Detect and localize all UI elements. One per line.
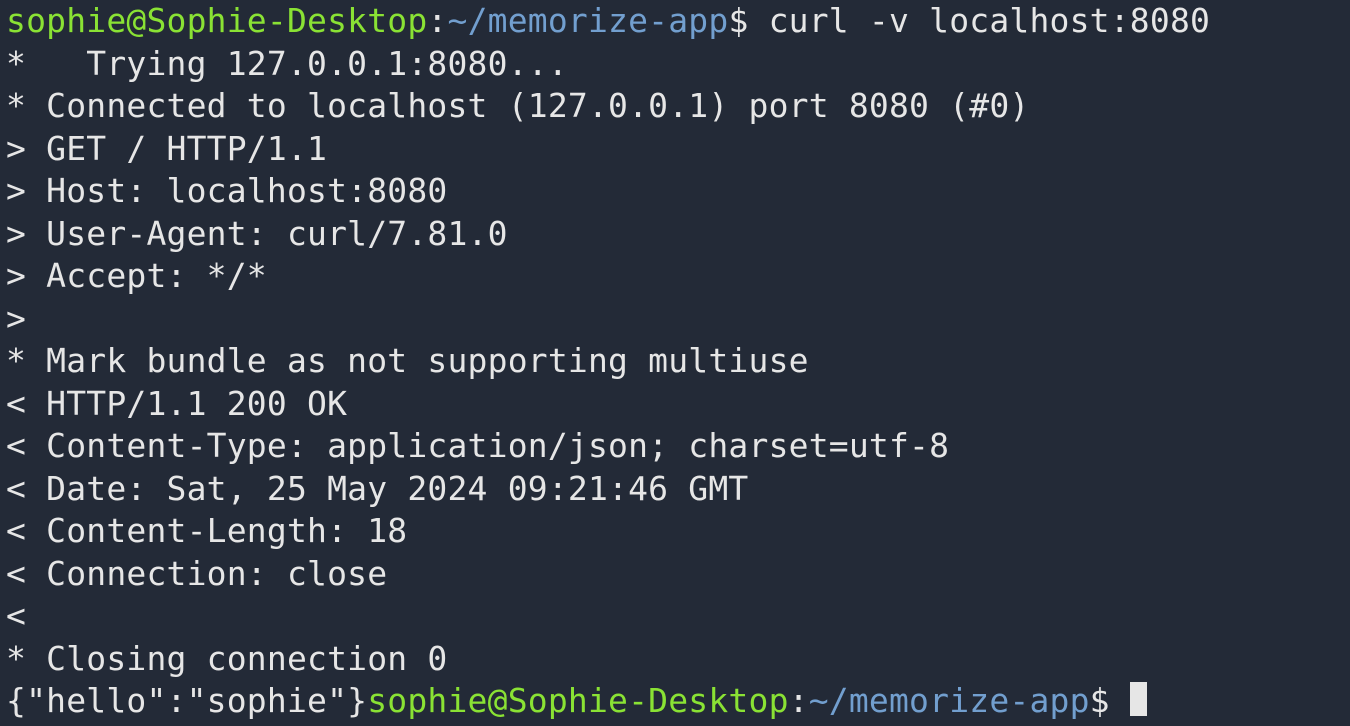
prompt-path: ~/memorize-app: [809, 681, 1090, 720]
output-line: > User-Agent: curl/7.81.0: [6, 214, 508, 253]
output-line: * Trying 127.0.0.1:8080...: [6, 44, 568, 83]
output-line: > GET / HTTP/1.1: [6, 129, 327, 168]
prompt-user-host: sophie@Sophie-Desktop: [367, 681, 788, 720]
command-text: curl -v localhost:8080: [769, 1, 1211, 40]
output-line: <: [6, 596, 46, 635]
response-body: {"hello":"sophie"}: [6, 681, 367, 720]
prompt-dollar: $: [1090, 681, 1130, 720]
output-line: >: [6, 299, 46, 338]
prompt-colon: :: [789, 681, 809, 720]
output-line: > Host: localhost:8080: [6, 171, 448, 210]
prompt-line-1: sophie@Sophie-Desktop:~/memorize-app$: [6, 1, 769, 40]
prompt-colon: :: [427, 1, 447, 40]
output-line: < Connection: close: [6, 554, 387, 593]
cursor-block-icon: [1130, 682, 1147, 716]
output-line: < HTTP/1.1 200 OK: [6, 384, 347, 423]
terminal-output[interactable]: sophie@Sophie-Desktop:~/memorize-app$ cu…: [0, 0, 1350, 723]
output-line: * Connected to localhost (127.0.0.1) por…: [6, 86, 1029, 125]
prompt-line-2: sophie@Sophie-Desktop:~/memorize-app$: [367, 681, 1130, 720]
prompt-dollar: $: [728, 1, 768, 40]
output-line: < Content-Length: 18: [6, 511, 407, 550]
output-line: < Content-Type: application/json; charse…: [6, 426, 949, 465]
output-line: > Accept: */*: [6, 256, 267, 295]
prompt-user-host: sophie@Sophie-Desktop: [6, 1, 427, 40]
output-line: * Closing connection 0: [6, 639, 448, 678]
prompt-path: ~/memorize-app: [448, 1, 729, 40]
output-line: * Mark bundle as not supporting multiuse: [6, 341, 809, 380]
output-line: < Date: Sat, 25 May 2024 09:21:46 GMT: [6, 469, 749, 508]
